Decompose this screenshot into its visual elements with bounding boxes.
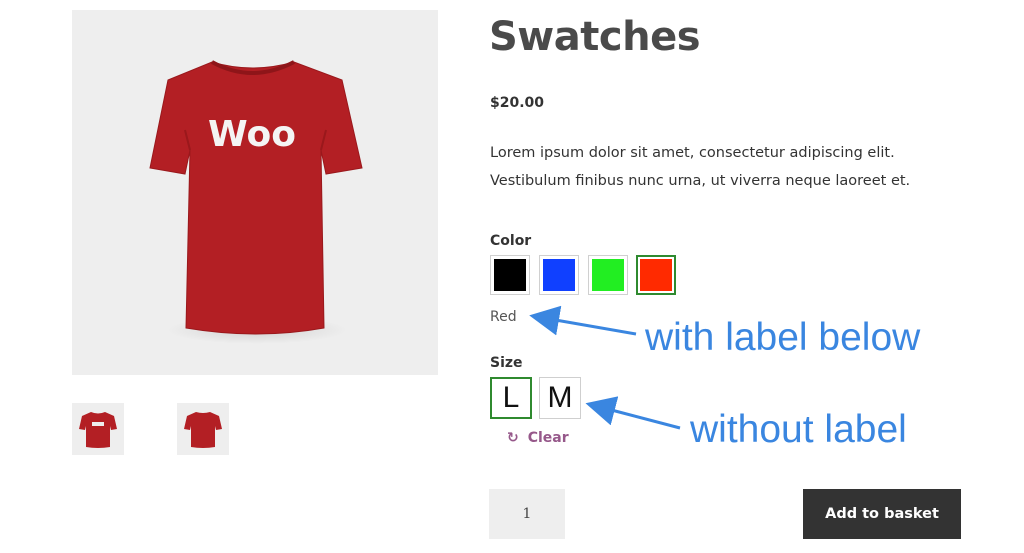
annotation-arrows	[529, 305, 681, 430]
annotation-without-label: without label	[690, 408, 907, 451]
arrow-to-color-label	[529, 305, 637, 336]
annotation-with-label: with label below	[645, 316, 921, 359]
arrow-to-size-swatches	[585, 396, 681, 430]
